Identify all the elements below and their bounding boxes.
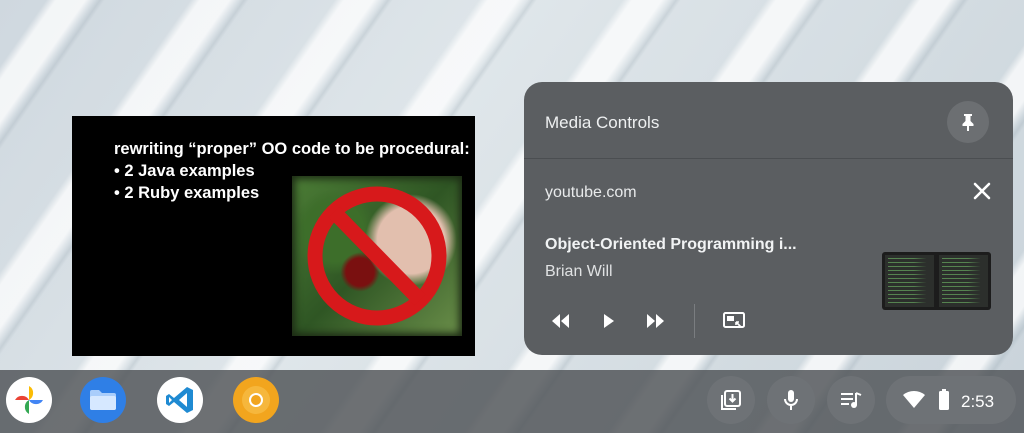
next-track-button[interactable] xyxy=(643,308,669,334)
previous-track-button[interactable] xyxy=(547,308,573,334)
media-source: youtube.com xyxy=(545,184,637,201)
video-thumbnail xyxy=(882,252,991,310)
prohibition-icon xyxy=(307,186,447,326)
microphone-icon xyxy=(784,390,798,410)
media-controls-header: Media Controls xyxy=(524,82,1013,158)
chrome-canary-app[interactable] xyxy=(233,377,279,423)
holding-space-button[interactable] xyxy=(707,376,755,424)
slide-heading: rewriting “proper” OO code to be procedu… xyxy=(114,140,470,158)
picture-in-picture-button[interactable] xyxy=(721,308,747,334)
next-track-icon xyxy=(647,314,664,328)
divider xyxy=(524,158,1013,159)
play-button[interactable] xyxy=(596,308,622,334)
previous-track-icon xyxy=(552,314,569,328)
dismiss-button[interactable] xyxy=(970,179,994,203)
track-title: Object-Oriented Programming i... xyxy=(545,236,797,253)
close-icon xyxy=(973,182,991,200)
picture-in-picture-icon xyxy=(723,312,745,328)
thumbnail-code-right xyxy=(939,255,988,307)
media-controls-panel: Media Controls youtube.com Object-Orient… xyxy=(524,82,1013,355)
vscode-app[interactable] xyxy=(157,377,203,423)
track-artist: Brian Will xyxy=(545,263,613,280)
play-icon xyxy=(604,314,614,328)
controls-divider xyxy=(694,304,695,338)
files-icon xyxy=(90,390,116,410)
battery-icon xyxy=(939,389,949,410)
photos-icon xyxy=(15,386,43,414)
thumbnail-code-left xyxy=(885,255,934,307)
files-app[interactable] xyxy=(80,377,126,423)
pin-icon xyxy=(962,114,974,131)
media-controls-tray-button[interactable] xyxy=(827,376,875,424)
microphone-button[interactable] xyxy=(767,376,815,424)
media-controls-icon xyxy=(841,392,862,408)
wifi-icon xyxy=(903,390,925,408)
photos-app[interactable] xyxy=(6,377,52,423)
holding-space-icon xyxy=(721,390,741,410)
clock: 2:53 xyxy=(961,392,995,411)
chrome-canary-icon xyxy=(242,386,270,414)
pin-button[interactable] xyxy=(947,101,989,143)
picture-in-picture-window[interactable]: rewriting “proper” OO code to be procedu… xyxy=(72,116,475,356)
vscode-icon xyxy=(166,387,193,413)
panel-title: Media Controls xyxy=(545,113,660,132)
